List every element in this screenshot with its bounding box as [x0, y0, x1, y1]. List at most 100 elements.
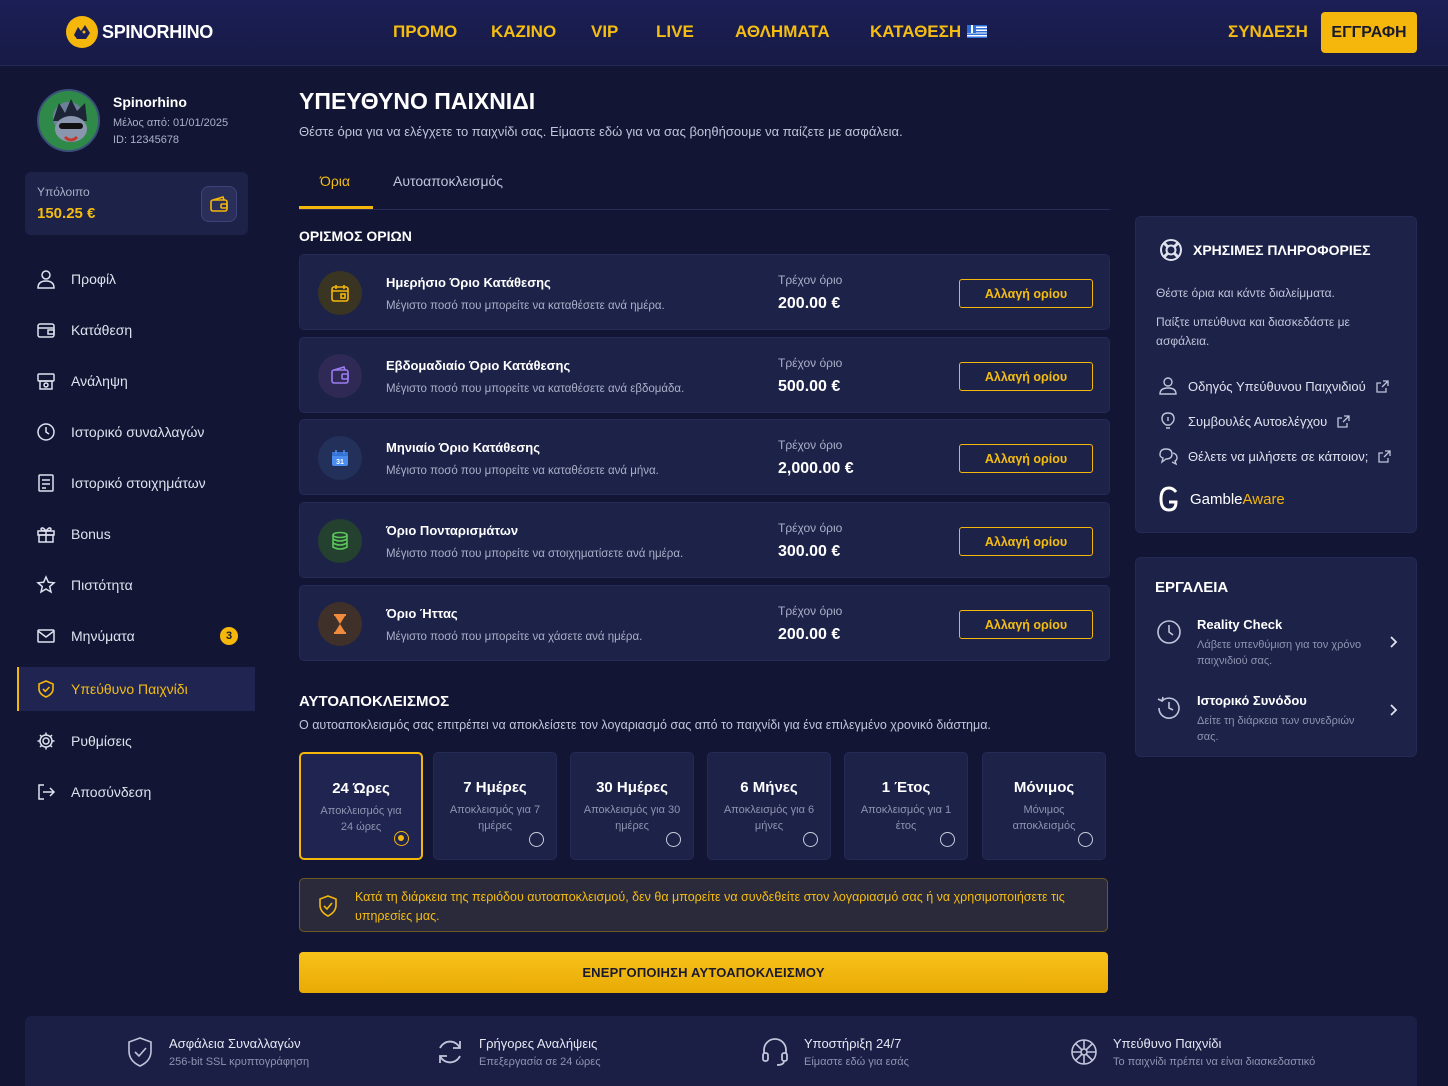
tab-limits[interactable]: Όρια	[320, 173, 350, 189]
sidebar-item-label: Bonus	[71, 526, 111, 542]
avatar[interactable]	[37, 89, 100, 152]
sidebar-item-profile[interactable]: Προφίλ	[17, 257, 255, 301]
link-talk-to-someone[interactable]: Θέλετε να μιλήσετε σε κάποιον;	[1158, 446, 1392, 466]
tool-reality-check[interactable]: Reality Check Λάβετε υπενθύμιση για τον …	[1156, 617, 1406, 667]
limit-title: Ημερήσιο Όριο Κατάθεσης	[386, 275, 551, 290]
nav-deposit[interactable]: ΚΑΤΑΘΕΣΗ	[870, 22, 988, 42]
radio-button[interactable]	[529, 832, 544, 847]
radio-button[interactable]	[394, 831, 409, 846]
hourglass-icon	[318, 602, 362, 646]
clock-icon	[1157, 620, 1181, 644]
sidebar-item-settings[interactable]: Ρυθμίσεις	[17, 719, 255, 763]
wallet-button[interactable]	[201, 186, 237, 222]
exclusion-heading: ΑΥΤΟΑΠΟΚΛΕΙΣΜΟΣ	[299, 693, 450, 710]
info-title: ΧΡΗΣΙΜΕΣ ΠΛΗΡΟΦΟΡΙΕΣ	[1193, 242, 1371, 258]
nav-live[interactable]: LIVE	[656, 22, 694, 42]
link-responsible-guide[interactable]: Οδηγός Υπεύθυνου Παιχνιδιού	[1158, 376, 1389, 396]
link-self-control-tips[interactable]: Συμβουλές Αυτοελέγχου	[1158, 411, 1350, 431]
nav-sports[interactable]: ΑΘΛΗΜΑΤΑ	[735, 22, 830, 42]
active-tab-indicator	[299, 206, 373, 209]
limit-desc: Μέγιστο ποσό που μπορείτε να καταθέσετε …	[386, 465, 659, 477]
shield-warning-icon	[319, 895, 337, 917]
warning-text: Κατά τη διάρκεια της περιόδου αυτοαποκλε…	[355, 890, 1065, 923]
change-limit-button[interactable]: Αλλαγή ορίου	[959, 610, 1093, 639]
activate-exclusion-button[interactable]: ΕΝΕΡΓΟΠΟΙΗΣΗ ΑΥΤΟΑΠΟΚΛΕΙΣΜΟΥ	[299, 952, 1108, 993]
user-name: Spinorhino	[113, 94, 187, 110]
exclusion-warning: Κατά τη διάρκεια της περιόδου αυτοαποκλε…	[299, 878, 1108, 932]
balance-label: Υπόλοιπο	[37, 185, 90, 199]
page-subtitle: Θέστε όρια για να ελέγχετε το παιχνίδι σ…	[299, 124, 903, 139]
tool-session-history[interactable]: Ιστορικό Συνόδου Δείτε τη διάρκεια των σ…	[1156, 693, 1406, 743]
wallet-icon	[210, 196, 228, 212]
feature-title: Γρήγορες Αναλήψεις	[479, 1036, 598, 1051]
feature-support: Υποστήριξη 24/7 Είμαστε εδώ για εσάς	[760, 1036, 909, 1068]
brand-logo[interactable]: SPINORHINO	[66, 16, 213, 48]
radio-button[interactable]	[1078, 832, 1093, 847]
sidebar-item-bonus[interactable]: Bonus	[17, 512, 255, 556]
sidebar-item-loyalty[interactable]: Πιστότητα	[17, 563, 255, 607]
calendar-icon	[318, 271, 362, 315]
limit-title: Όριο Ήττας	[386, 606, 458, 621]
feature-desc: 256-bit SSL κρυπτογράφηση	[169, 1056, 310, 1068]
exclusion-option-7d[interactable]: 7 Ημέρες Αποκλεισμός για 7 ημέρες	[433, 752, 557, 860]
sidebar-item-withdraw[interactable]: Ανάληψη	[17, 359, 255, 403]
exclusion-option-permanent[interactable]: Μόνιμος Μόνιμος αποκλεισμός	[982, 752, 1106, 860]
info-text-2: Παίξτε υπεύθυνα και διασκεδάστε με ασφάλ…	[1156, 315, 1350, 348]
limit-card-monthly-deposit: 31 Μηνιαίο Όριο Κατάθεσης Μέγιστο ποσό π…	[299, 419, 1110, 495]
sidebar-item-messages[interactable]: Μηνύματα 3	[17, 614, 255, 658]
exclusion-option-6m[interactable]: 6 Μήνες Αποκλεισμός για 6 μήνες	[707, 752, 831, 860]
external-link-icon	[1337, 414, 1350, 428]
nav-casino[interactable]: ΚΑΖΙΝΟ	[491, 22, 556, 42]
feature-title: Υπεύθυνο Παιχνίδι	[1113, 1036, 1222, 1051]
option-desc: Μόνιμος αποκλεισμός	[1012, 804, 1076, 832]
sidebar-item-label: Ιστορικό στοιχημάτων	[71, 475, 206, 491]
option-title: 7 Ημέρες	[463, 779, 527, 796]
nav-vip[interactable]: VIP	[591, 22, 618, 42]
gamble-text: Gamble	[1190, 490, 1243, 508]
register-button[interactable]: ΕΓΓΡΑΦΗ	[1321, 12, 1417, 53]
feature-title: Ασφάλεια Συναλλαγών	[169, 1036, 301, 1051]
gift-icon	[35, 523, 57, 545]
info-text-1: Θέστε όρια και κάντε διαλείμματα.	[1156, 286, 1335, 300]
limit-card-weekly-deposit: Εβδομαδιαίο Όριο Κατάθεσης Μέγιστο ποσό …	[299, 337, 1110, 413]
change-limit-button[interactable]: Αλλαγή ορίου	[959, 444, 1093, 473]
change-limit-button[interactable]: Αλλαγή ορίου	[959, 527, 1093, 556]
exclusion-desc: Ο αυτοαποκλεισμός σας επιτρέπει να αποκλ…	[299, 718, 991, 732]
brand-name: SPINORHINO	[102, 21, 214, 42]
option-desc: Αποκλεισμός για 30 ημέρες	[583, 804, 681, 832]
sidebar-item-bets[interactable]: Ιστορικό στοιχημάτων	[17, 461, 255, 505]
tool-title: Reality Check	[1197, 617, 1283, 632]
current-limit-label: Τρέχον όριο	[778, 521, 843, 535]
chat-icon	[1159, 448, 1178, 466]
radio-button[interactable]	[940, 832, 955, 847]
radio-button[interactable]	[803, 832, 818, 847]
limit-desc: Μέγιστο ποσό που μπορείτε να στοιχηματίσ…	[386, 548, 684, 560]
feature-secure-transactions: Ασφάλεια Συναλλαγών 256-bit SSL κρυπτογρά…	[125, 1036, 309, 1068]
logout-icon	[35, 781, 57, 803]
svg-text:31: 31	[336, 459, 344, 466]
radio-button[interactable]	[666, 832, 681, 847]
tab-self-exclusion[interactable]: Αυτοαποκλεισμός	[393, 173, 503, 189]
gambleaware-logo[interactable]: GambleAware	[1158, 486, 1285, 512]
feature-desc: Το παιχνίδι πρέπει να είναι διασκεδαστικ…	[1113, 1056, 1316, 1068]
exclusion-option-1y[interactable]: 1 Έτος Αποκλεισμός για 1 έτος	[844, 752, 968, 860]
sidebar-item-deposit[interactable]: Κατάθεση	[17, 308, 255, 352]
change-limit-button[interactable]: Αλλαγή ορίου	[959, 279, 1093, 308]
link-label: Συμβουλές Αυτοελέγχου	[1188, 413, 1328, 429]
star-icon	[35, 574, 57, 596]
sidebar-item-responsible-gaming[interactable]: Υπεύθυνο Παιχνίδι	[17, 667, 255, 711]
limit-title: Εβδομαδιαίο Όριο Κατάθεσης	[386, 358, 571, 373]
page-title: ΥΠΕΥΘΥΝΟ ΠΑΙΧΝΙΔΙ	[299, 88, 536, 114]
option-desc: Αποκλεισμός για 6 μήνες	[723, 804, 815, 832]
tools-title: ΕΡΓΑΛΕΙΑ	[1155, 579, 1229, 596]
exclusion-option-30d[interactable]: 30 Ημέρες Αποκλεισμός για 30 ημέρες	[570, 752, 694, 860]
current-limit-label: Τρέχον όριο	[778, 273, 843, 287]
nav-promo[interactable]: ΠΡΟΜΟ	[393, 22, 457, 42]
login-button[interactable]: ΣΥΝΔΕΣΗ	[1228, 22, 1308, 42]
change-limit-button[interactable]: Αλλαγή ορίου	[959, 362, 1093, 391]
sidebar-item-transactions[interactable]: Ιστορικό συναλλαγών	[17, 410, 255, 454]
exclusion-option-24h[interactable]: 24 Ώρες Αποκλεισμός για 24 ώρες	[299, 752, 423, 860]
sidebar-item-logout[interactable]: Αποσύνδεση	[17, 770, 255, 814]
limit-desc: Μέγιστο ποσό που μπορείτε να καταθέσετε …	[386, 300, 665, 312]
limits-heading: ΟΡΙΣΜΟΣ ΟΡΙΩΝ	[299, 228, 412, 244]
